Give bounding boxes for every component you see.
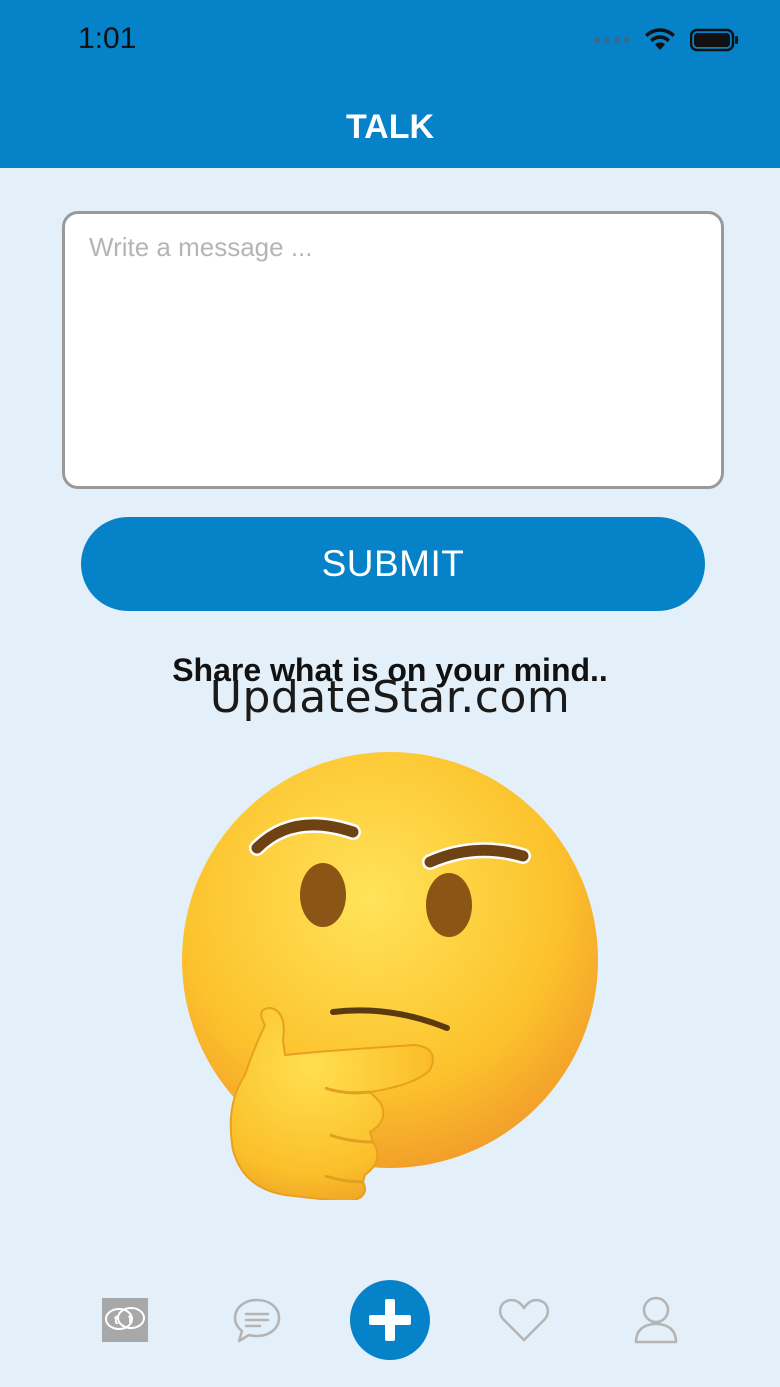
bottom-tab-bar: t t	[0, 1270, 780, 1370]
wifi-icon	[645, 28, 675, 50]
tab-messages[interactable]	[227, 1270, 287, 1370]
chat-bubble-icon	[233, 1298, 281, 1343]
tab-talk[interactable]: t t	[95, 1270, 155, 1370]
app-header: 1:01 TALK	[0, 0, 780, 168]
talk-logo-icon: t t	[102, 1298, 148, 1342]
page-title: TALK	[345, 108, 435, 146]
tab-compose[interactable]	[348, 1270, 432, 1370]
thinking-face-icon	[182, 752, 598, 1200]
message-input[interactable]	[62, 211, 724, 489]
tab-favorites[interactable]	[494, 1270, 554, 1370]
watermark-text: UpdateStar.com	[209, 672, 571, 723]
status-time: 1:01	[78, 22, 137, 55]
user-icon	[634, 1296, 678, 1344]
submit-button[interactable]: SUBMIT	[81, 517, 705, 611]
status-icons	[594, 28, 740, 52]
heart-icon	[498, 1298, 550, 1342]
svg-text:t: t	[114, 1312, 119, 1327]
svg-text:t: t	[128, 1311, 133, 1326]
plus-icon	[350, 1280, 430, 1360]
cellular-signal-icon	[594, 37, 630, 43]
tab-profile[interactable]	[626, 1270, 686, 1370]
battery-icon	[690, 28, 738, 52]
